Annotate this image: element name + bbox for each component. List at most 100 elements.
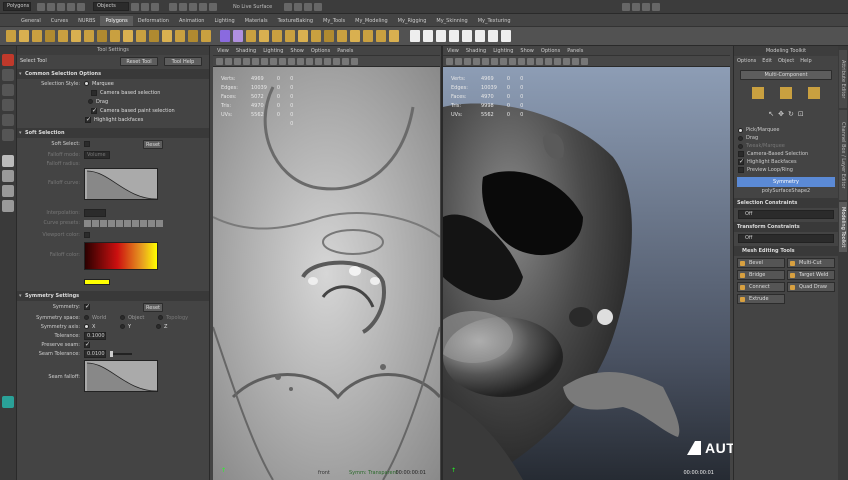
drag-radio[interactable]: [88, 99, 93, 104]
isolate-icon[interactable]: [342, 57, 349, 65]
single-view-layout-icon[interactable]: [2, 155, 14, 167]
falloff-curve-graph[interactable]: [84, 168, 158, 200]
toggle-attribute-editor-icon[interactable]: [632, 2, 641, 11]
preserve-seam-checkbox[interactable]: [84, 341, 90, 348]
shelf-tab-my-texturing[interactable]: My_Texturing: [473, 16, 516, 26]
common-selection-header[interactable]: Common Selection Options: [17, 69, 209, 79]
highlight-backfaces-checkbox[interactable]: [85, 116, 91, 123]
shadows-icon[interactable]: [324, 57, 331, 65]
rotate-tool-icon[interactable]: [2, 114, 14, 126]
toggle-tool-settings-icon[interactable]: [642, 2, 651, 11]
axis-z-radio[interactable]: [156, 324, 161, 329]
camera-based-checkbox[interactable]: [738, 151, 744, 157]
textured-icon[interactable]: [306, 57, 313, 65]
shelf-tool-icon[interactable]: [488, 30, 498, 42]
bookmark-icon[interactable]: [234, 57, 241, 65]
select-tool-icon[interactable]: [2, 54, 14, 66]
select-object-icon[interactable]: [141, 2, 149, 11]
snap-grid-icon[interactable]: [169, 2, 177, 11]
multi-cut-button[interactable]: Multi-Cut: [787, 258, 835, 268]
tweak-marquee-radio[interactable]: [738, 143, 743, 149]
soft-select-checkbox[interactable]: [84, 141, 90, 147]
soft-reset-button[interactable]: Reset: [143, 139, 163, 149]
toolkit-menu-edit[interactable]: Edit: [762, 58, 772, 64]
viewport-menu-shading[interactable]: Shading: [236, 48, 256, 54]
viewport-menu-view[interactable]: View: [217, 48, 229, 54]
gate-mask-icon[interactable]: [509, 57, 516, 65]
edge-mode-icon[interactable]: [780, 87, 792, 99]
camera-based-checkbox[interactable]: [91, 89, 97, 96]
persp-viewport[interactable]: Verts: 4969 0 0 Edges: 10039 0 0 Faces: 4970 0 0 Tri…: [443, 67, 730, 480]
smooth-shade-icon[interactable]: [297, 57, 304, 65]
shelf-tab-lighting[interactable]: Lighting: [209, 16, 239, 26]
ao-icon[interactable]: [581, 57, 588, 65]
symmetry-settings-header[interactable]: Symmetry Settings: [17, 291, 209, 301]
textured-icon[interactable]: [536, 57, 543, 65]
wireframe-icon[interactable]: [518, 57, 525, 65]
snap-view-plane-icon[interactable]: [199, 2, 207, 11]
shelf-tool-icon[interactable]: [350, 30, 360, 42]
shelf-tool-icon[interactable]: [201, 30, 211, 42]
reset-tool-button[interactable]: Reset Tool: [120, 56, 158, 66]
shelf-tool-icon[interactable]: [389, 30, 399, 42]
front-viewport[interactable]: Verts: 4969 0 0 Edges: 10039 0 0 Faces: 5072 0 0 Tri…: [213, 67, 440, 480]
viewport-menu-panels[interactable]: Panels: [567, 48, 583, 54]
target-weld-button[interactable]: Target Weld: [787, 270, 835, 280]
shelf-tab-polygons[interactable]: Polygons: [100, 16, 133, 26]
shelf-tool-icon[interactable]: [175, 30, 185, 42]
smooth-shade-icon[interactable]: [527, 57, 534, 65]
curve-presets-row[interactable]: [84, 219, 163, 227]
shelf-tab-general[interactable]: General: [16, 16, 46, 26]
gate-mask-icon[interactable]: [279, 57, 286, 65]
shelf-tab-deformation[interactable]: Deformation: [133, 16, 174, 26]
shelf-tool-icon[interactable]: [233, 30, 243, 42]
image-plane-icon[interactable]: [473, 57, 480, 65]
viewport-menu-show[interactable]: Show: [290, 48, 304, 54]
pick-marquee-radio[interactable]: [738, 127, 743, 133]
falloff-color-ramp[interactable]: [84, 242, 158, 270]
tolerance-field[interactable]: 0.1000: [84, 331, 106, 340]
film-gate-icon[interactable]: [491, 57, 498, 65]
resolution-gate-icon[interactable]: [270, 57, 277, 65]
viewport-menu-lighting[interactable]: Lighting: [263, 48, 283, 54]
shelf-tool-icon[interactable]: [188, 30, 198, 42]
snap-point-icon[interactable]: [189, 2, 197, 11]
new-scene-icon[interactable]: [37, 2, 45, 11]
tool-help-button[interactable]: Tool Help: [164, 56, 202, 66]
shelf-tool-icon[interactable]: [410, 30, 420, 42]
shelf-tool-icon[interactable]: [337, 30, 347, 42]
channel-box-tab[interactable]: Channel Box / Layer Editor: [839, 110, 847, 200]
shelf-tab-nurbs[interactable]: NURBS: [73, 16, 100, 26]
paint-select-icon[interactable]: [2, 84, 14, 96]
scale-tool-icon[interactable]: [2, 129, 14, 141]
open-scene-icon[interactable]: [47, 2, 55, 11]
shelf-tab-my-rigging[interactable]: My_Rigging: [393, 16, 432, 26]
select-component-icon[interactable]: [151, 2, 159, 11]
space-object-radio[interactable]: [120, 315, 125, 320]
undo-icon[interactable]: [67, 2, 75, 11]
render-settings-icon[interactable]: [314, 2, 323, 11]
select-icon[interactable]: ↖: [768, 110, 774, 118]
side-by-side-layout-icon[interactable]: [2, 185, 14, 197]
camera-attr-icon[interactable]: [225, 57, 232, 65]
camera-icon[interactable]: [446, 57, 453, 65]
camera-attr-icon[interactable]: [455, 57, 462, 65]
preview-loop-checkbox[interactable]: [738, 167, 744, 173]
modeling-toolkit-tab[interactable]: Modeling Toolkit: [839, 202, 847, 252]
toolkit-menu-help[interactable]: Help: [800, 58, 811, 64]
selection-constraint-dropdown[interactable]: Off: [738, 210, 834, 219]
help-line-icon[interactable]: [2, 396, 14, 408]
viewport-menu-shading[interactable]: Shading: [466, 48, 486, 54]
falloff-mode-dropdown[interactable]: Volume: [84, 150, 110, 159]
scale-icon[interactable]: ⊡: [798, 110, 804, 118]
camera-paint-checkbox[interactable]: [91, 107, 97, 114]
shelf-tool-icon[interactable]: [423, 30, 433, 42]
selection-mask-dropdown[interactable]: Objects: [93, 2, 129, 11]
space-topology-radio[interactable]: [158, 315, 163, 320]
seam-tolerance-slider[interactable]: [110, 350, 132, 357]
axis-x-radio[interactable]: [84, 324, 89, 329]
selected-color-swatch[interactable]: [84, 279, 110, 285]
select-hierarchy-icon[interactable]: [131, 2, 139, 11]
shelf-tool-icon[interactable]: [285, 30, 295, 42]
symmetry-checkbox[interactable]: [84, 303, 90, 310]
